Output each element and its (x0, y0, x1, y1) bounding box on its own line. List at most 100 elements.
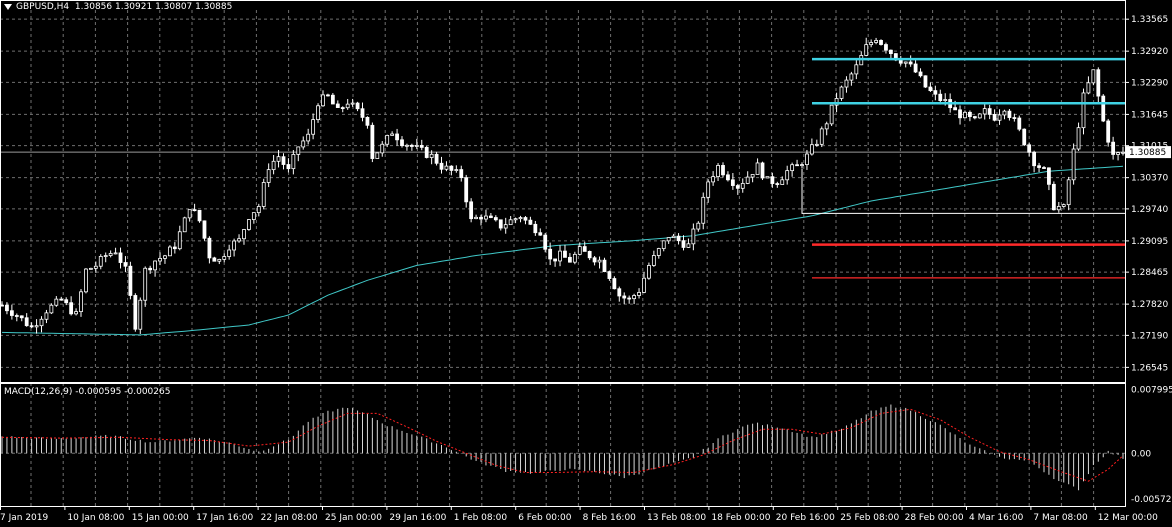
candle-body (464, 177, 469, 203)
time-tick-label: 4 Mar 16:00 (969, 513, 1024, 523)
candle-body (755, 162, 760, 175)
candle-body (745, 176, 750, 184)
candle-body (1101, 95, 1106, 122)
candle-body (232, 240, 237, 251)
candle-body (602, 259, 607, 272)
price-tick-label: 1.29095 (1131, 237, 1168, 247)
candle-body (118, 252, 123, 263)
candle-body (953, 107, 957, 111)
ohlc-readout: 1.30856 1.30921 1.30807 1.30885 (74, 2, 233, 12)
candle-body (281, 156, 286, 165)
candle-body (419, 145, 424, 148)
candle-body (997, 114, 1002, 121)
candle-body (958, 109, 962, 119)
candle-body (148, 267, 153, 271)
candle-body (1012, 117, 1017, 119)
candle-body (429, 153, 434, 158)
candle-body (385, 134, 390, 145)
candle-body (854, 64, 859, 75)
candle-body (740, 183, 745, 189)
time-tick-label: 8 Feb 16:00 (583, 513, 637, 523)
candle-body (587, 251, 592, 259)
candle-body (508, 219, 513, 226)
candle-body (350, 102, 355, 105)
candle-body (484, 215, 488, 220)
time-tick-label: 29 Jan 16:00 (389, 513, 446, 523)
candle-body (651, 255, 656, 266)
candle-body (982, 108, 987, 115)
candle-body (454, 169, 459, 171)
candle-body (459, 169, 464, 179)
candle-body (814, 143, 819, 146)
candle-body (449, 165, 454, 171)
candle-body (800, 164, 804, 166)
candle-body (414, 145, 419, 147)
candle-body (597, 259, 602, 263)
candle-body (187, 209, 192, 219)
candle-body (617, 288, 622, 297)
candle-body (839, 86, 844, 99)
candle-body (765, 176, 770, 179)
candle-body (681, 240, 686, 248)
candle-body (730, 179, 735, 186)
candle-body (1121, 151, 1125, 154)
candle-body (963, 111, 967, 119)
candle-body (1091, 69, 1096, 84)
candle-body (153, 260, 157, 271)
candle-body (637, 292, 641, 296)
candle-body (251, 212, 256, 220)
candle-body (1116, 152, 1120, 155)
candle-body (696, 222, 701, 230)
price-tick-label: 1.30370 (1131, 174, 1168, 184)
candle-body (795, 164, 799, 167)
candle-body (1076, 127, 1081, 150)
time-tick-label: 12 Mar 00:00 (1098, 513, 1158, 523)
candle-body (750, 174, 755, 178)
candle-body (133, 295, 138, 330)
candle-body (1037, 165, 1041, 168)
candle-body (592, 257, 597, 263)
candle-body (128, 265, 133, 296)
candle-body (286, 164, 291, 170)
candle-body (913, 63, 918, 73)
candle-body (64, 299, 69, 304)
candle-body (558, 250, 562, 262)
symbol-timeframe: GBPUSD,H4 (16, 2, 70, 12)
candle-body (1007, 110, 1012, 118)
candle-body (34, 325, 39, 328)
candle-body (884, 44, 888, 51)
candle-body (202, 220, 207, 239)
dropdown-triangle-icon[interactable] (4, 3, 12, 10)
candle-body (409, 144, 414, 147)
macd-header: MACD(12,26,9) -0.000595 -0.000265 (4, 387, 170, 397)
time-tick-label: 15 Jan 00:00 (132, 513, 189, 523)
candle-body (375, 152, 380, 159)
time-tick-label: 25 Jan 00:00 (325, 513, 382, 523)
candle-body (370, 124, 375, 159)
candle-body (992, 114, 997, 121)
candle-body (98, 256, 103, 267)
time-tick-label: 20 Feb 16:00 (776, 513, 835, 523)
candle-body (671, 235, 676, 239)
candle-body (330, 94, 335, 105)
candle-body (1047, 167, 1051, 185)
candle-body (1051, 183, 1056, 211)
candle-body (29, 325, 34, 328)
candle-body (479, 216, 483, 220)
candle-body (143, 267, 148, 301)
candle-body (622, 295, 627, 299)
candle-body (933, 90, 938, 95)
candle-body (1022, 128, 1027, 146)
candle-body (316, 105, 320, 121)
candle-body (5, 304, 9, 312)
symbol-header: GBPUSD,H4 1.30856 1.30921 1.30807 1.3088… (4, 2, 232, 12)
price-tick-label: 1.33565 (1131, 15, 1168, 25)
candle-body (666, 237, 671, 242)
candle-body (444, 165, 449, 170)
candle-body (538, 232, 543, 236)
candle-body (898, 59, 903, 64)
candle-body (888, 49, 893, 54)
time-tick-label: 18 Feb 00:00 (711, 513, 770, 523)
candle-body (987, 108, 992, 115)
candle-body (701, 196, 706, 224)
